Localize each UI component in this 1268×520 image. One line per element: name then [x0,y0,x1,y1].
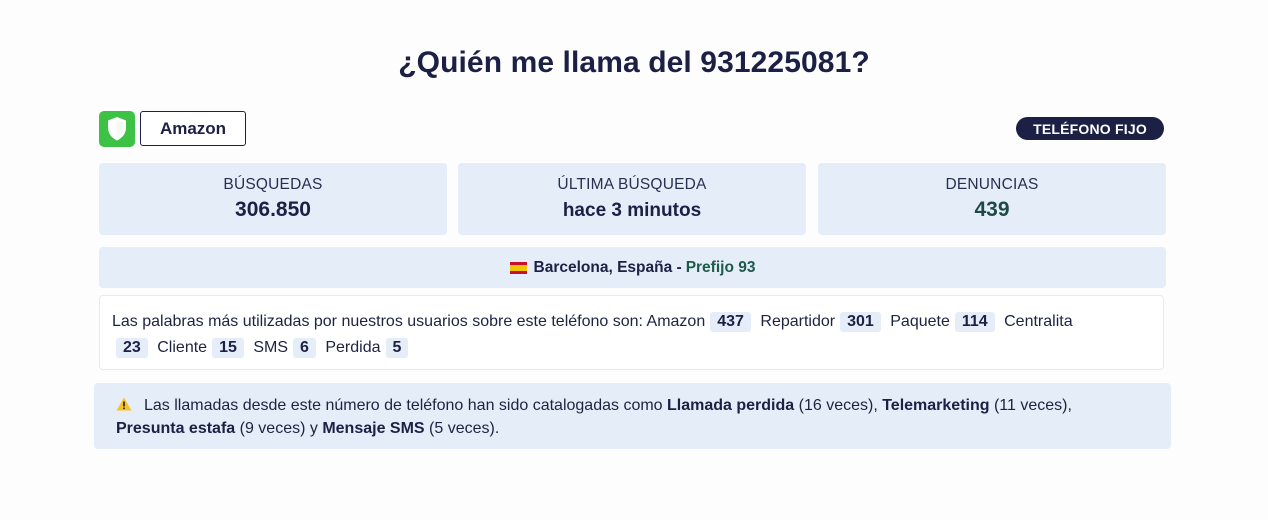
keyword-count: 15 [212,338,244,358]
alert-text: Las llamadas desde este número de teléfo… [144,397,663,414]
keyword-word: Cliente [157,339,208,356]
category-scam: Presunta estafa [116,420,236,437]
category-count: (5 veces). [429,420,500,437]
keyword-count: 6 [292,338,316,358]
keyword-count: 114 [954,312,995,332]
keyword-word: Perdida [325,339,381,356]
location-prefix: Prefijo 93 [685,258,756,276]
keywords-panel: Las palabras más utilizadas por nuestros… [99,295,1164,370]
shield-icon [99,111,135,147]
stat-label: DENUNCIAS [945,176,1039,193]
category-missed-call: Llamada perdida [667,397,795,414]
category-count: (9 veces) y [239,420,318,437]
stat-reports: DENUNCIAS 439 [818,163,1166,235]
keyword-count: 5 [385,338,409,358]
keyword-count: 23 [116,338,148,358]
keyword-count: 301 [840,312,881,332]
stat-value: 439 [974,198,1010,221]
category-sms: Mensaje SMS [322,420,425,437]
warning-icon [116,394,134,417]
spain-flag-icon [509,261,527,274]
stat-label: BÚSQUEDAS [223,176,323,193]
classification-alert: Las llamadas desde este número de teléfo… [94,383,1171,449]
category-telemarketing: Telemarketing [882,397,990,414]
location-text: Barcelona, España - [533,258,682,276]
stat-last-search: ÚLTIMA BÚSQUEDA hace 3 minutos [458,163,806,235]
keyword-word: Amazon [646,313,706,330]
page-title: ¿Quién me llama del 931225081? [398,46,870,79]
keyword-word: Centralita [1004,313,1073,330]
stat-value: hace 3 minutos [562,200,702,221]
caller-name-badge[interactable]: Amazon [140,111,246,146]
stat-searches: BÚSQUEDAS 306.850 [99,163,447,235]
keywords-intro: Las palabras más utilizadas por nuestros… [112,313,643,330]
keyword-count: 437 [710,312,751,332]
phone-type-badge: TELÉFONO FIJO [1016,117,1164,140]
stat-label: ÚLTIMA BÚSQUEDA [557,176,707,193]
keyword-word: Repartidor [760,313,836,330]
keyword-word: SMS [253,339,288,356]
keyword-word: Paquete [890,313,950,330]
category-count: (11 veces), [993,397,1072,414]
category-count: (16 veces), [798,397,878,414]
location-bar: Barcelona, España - Prefijo 93 [99,247,1166,288]
stat-value: 306.850 [235,198,311,221]
